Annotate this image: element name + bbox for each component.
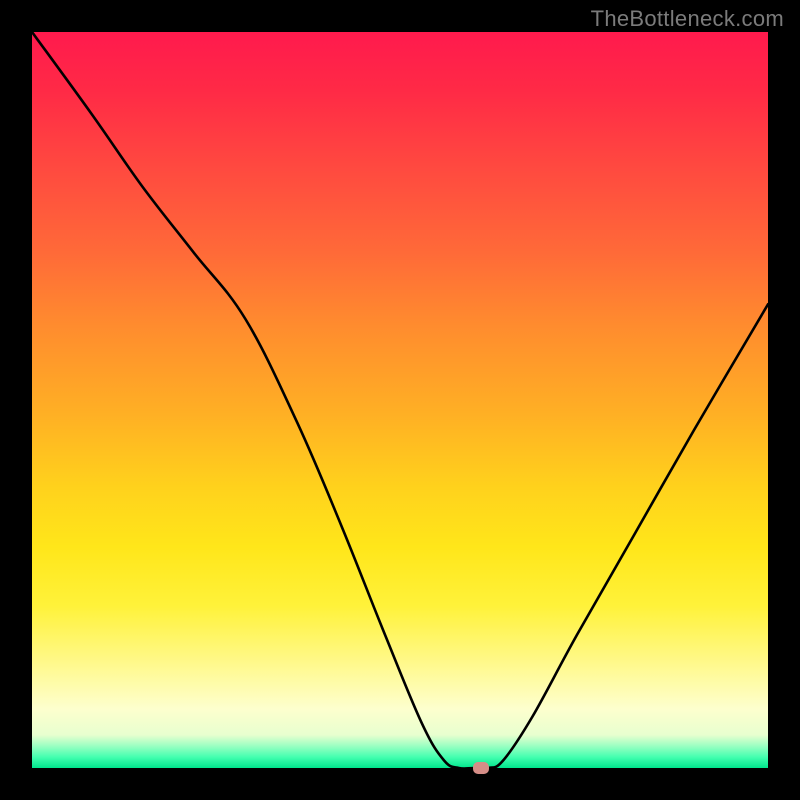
optimal-point-marker (473, 762, 489, 774)
bottleneck-curve (32, 32, 768, 768)
chart-frame: TheBottleneck.com (0, 0, 800, 800)
watermark-text: TheBottleneck.com (591, 6, 784, 32)
plot-area (32, 32, 768, 768)
